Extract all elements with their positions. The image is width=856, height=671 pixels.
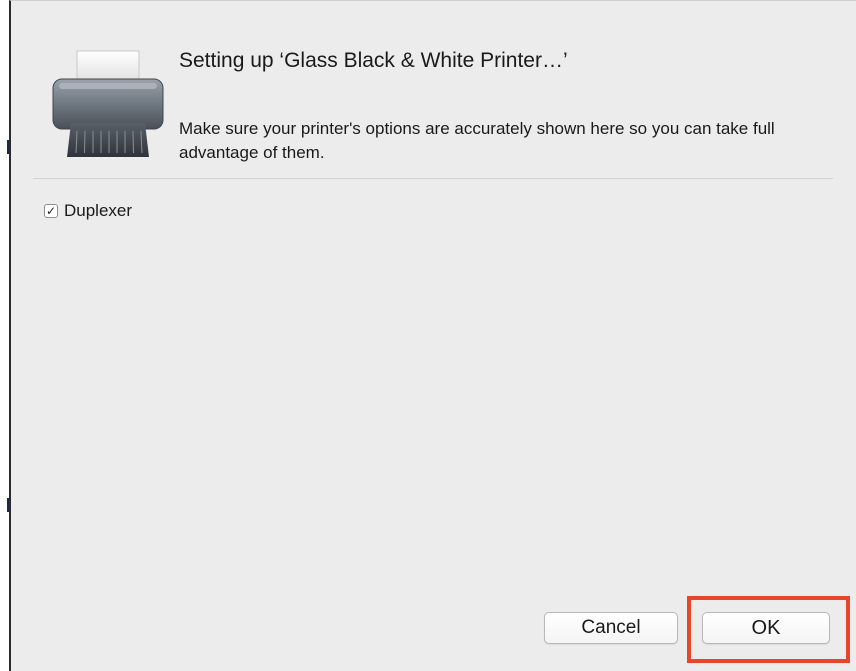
duplexer-checkbox[interactable]: ✓: [44, 204, 58, 218]
printer-icon: [52, 50, 164, 157]
ok-button[interactable]: OK: [702, 612, 830, 644]
screen: Setting up ‘Glass Black & White Printer……: [0, 0, 856, 671]
printer-setup-dialog: Setting up ‘Glass Black & White Printer……: [9, 0, 856, 671]
option-duplexer[interactable]: ✓ Duplexer: [44, 201, 132, 221]
dialog-title: Setting up ‘Glass Black & White Printer……: [179, 49, 568, 72]
separator: [33, 178, 833, 179]
cancel-button[interactable]: Cancel: [544, 612, 678, 644]
dialog-message: Make sure your printer's options are acc…: [179, 119, 775, 162]
duplexer-label: Duplexer: [64, 201, 133, 220]
